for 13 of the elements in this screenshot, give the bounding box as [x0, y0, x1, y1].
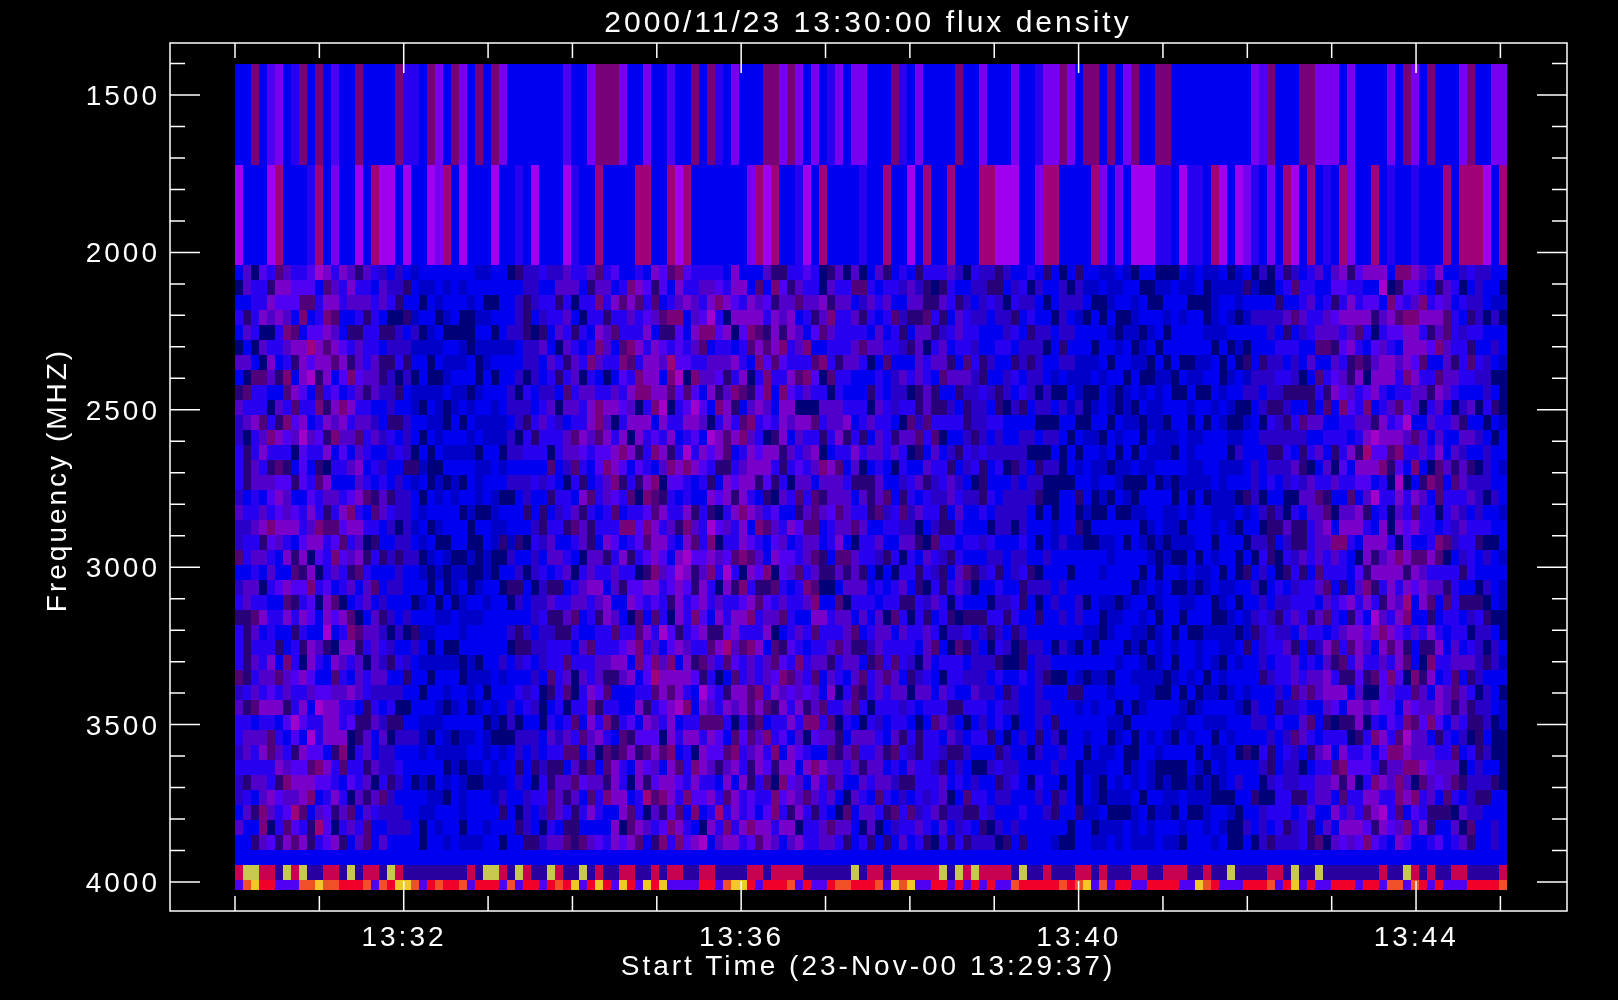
y-tick-label: 2000 — [85, 237, 160, 269]
x-tick-label: 13:32 — [361, 921, 447, 952]
x-tick-label: 13:44 — [1373, 921, 1459, 952]
x-axis-label: Start Time (23-Nov-00 13:29:37) — [620, 950, 1116, 981]
y-tick-label: 4000 — [85, 867, 160, 898]
chart-title: 2000/11/23 13:30:00 flux density — [604, 5, 1132, 38]
y-tick-label: 2500 — [85, 394, 160, 426]
x-tick-label: 13:36 — [698, 921, 784, 952]
y-tick-label: 3500 — [85, 709, 160, 741]
y-tick-label: 3000 — [85, 552, 160, 584]
y-tick-label: 1500 — [85, 80, 160, 111]
y-axis-label: Frequency (MHZ) — [41, 347, 72, 613]
x-tick-label: 13:40 — [1036, 921, 1122, 952]
